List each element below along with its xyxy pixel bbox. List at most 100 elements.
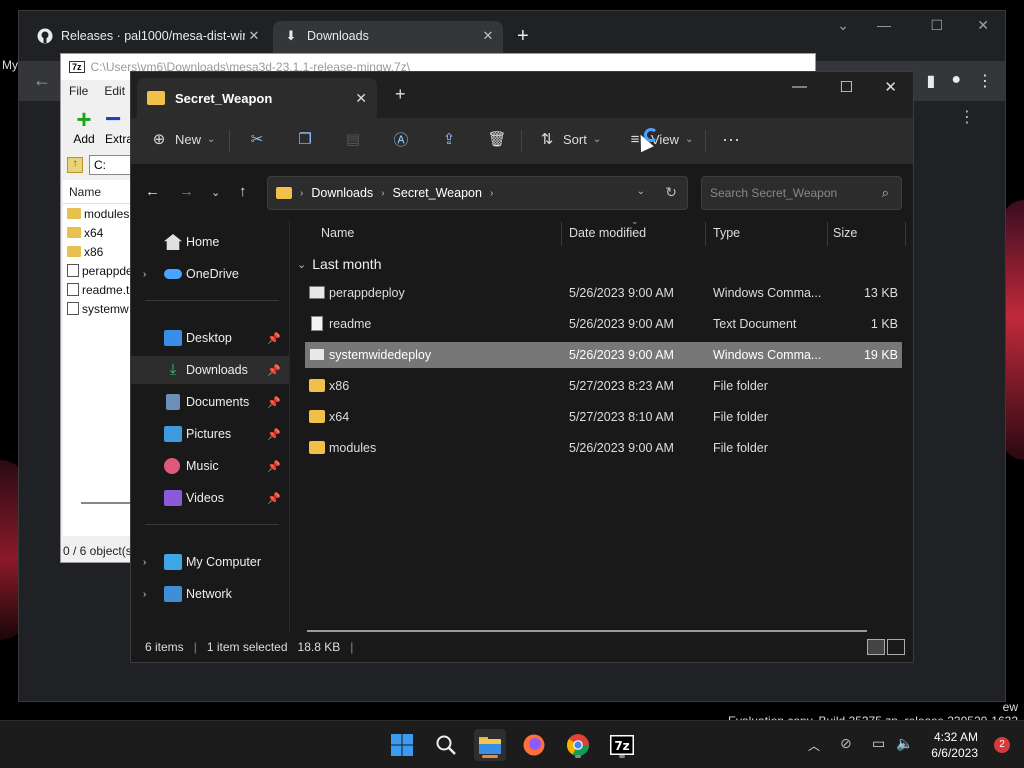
extract-button[interactable]: − Extra: [105, 105, 133, 147]
nav-item-onedrive[interactable]: › OneDrive: [131, 260, 289, 288]
list-item[interactable]: systemw: [63, 299, 133, 318]
new-tab-button[interactable]: +: [395, 84, 406, 105]
delete-button[interactable]: 🗑: [487, 129, 507, 149]
list-item[interactable]: readme.t: [63, 280, 133, 299]
copy-button[interactable]: ❐: [295, 129, 315, 149]
pane-divider[interactable]: [289, 220, 290, 634]
list-item[interactable]: x86: [63, 242, 133, 261]
pin-icon[interactable]: 📌: [267, 428, 281, 441]
chevron-down-icon[interactable]: ⌄: [637, 186, 645, 197]
column-header-type[interactable]: Type: [713, 220, 740, 246]
sort-button[interactable]: ⇅ Sort ⌄: [537, 129, 602, 149]
forward-arrow-icon[interactable]: →: [179, 183, 194, 200]
breadcrumb-secret-weapon[interactable]: Secret_Weapon: [393, 186, 482, 200]
kebab-menu-icon[interactable]: ⋮: [977, 71, 993, 91]
taskbar-chrome[interactable]: [562, 729, 594, 761]
file-row-x64[interactable]: x64 5/27/2023 8:10 AM File folder: [305, 404, 902, 430]
start-button[interactable]: [386, 729, 418, 761]
list-item[interactable]: x64: [63, 223, 133, 242]
more-options-button[interactable]: ···: [721, 129, 741, 149]
pin-icon[interactable]: 📌: [267, 364, 281, 377]
network-disconnected-icon[interactable]: ⊘: [840, 735, 852, 752]
column-header-size[interactable]: Size: [833, 220, 857, 246]
taskbar-firefox[interactable]: [518, 729, 550, 761]
pin-icon[interactable]: 📌: [267, 396, 281, 409]
nav-item-network[interactable]: › Network: [131, 580, 289, 608]
minimize-icon[interactable]: —: [792, 78, 807, 95]
folder-up-icon[interactable]: ↑: [67, 157, 83, 173]
profile-icon[interactable]: ●: [951, 71, 961, 91]
file-row-x86[interactable]: x86 5/27/2023 8:23 AM File folder: [305, 373, 902, 399]
taskbar-explorer[interactable]: [474, 729, 506, 761]
file-row-modules[interactable]: modules 5/26/2023 9:00 AM File folder: [305, 435, 902, 461]
share-button[interactable]: ⇪: [439, 129, 459, 149]
new-button[interactable]: ⊕ New ⌄: [149, 129, 216, 149]
nav-item-videos[interactable]: Videos 📌: [131, 484, 289, 512]
nav-item-desktop[interactable]: Desktop 📌: [131, 324, 289, 352]
search-button[interactable]: [430, 729, 462, 761]
pin-icon[interactable]: 📌: [267, 460, 281, 473]
volume-icon[interactable]: 🔈: [896, 735, 913, 752]
file-row-systemwidedeploy[interactable]: systemwidedeploy 5/26/2023 9:00 AM Windo…: [305, 342, 902, 368]
file-explorer-window[interactable]: Secret_Weapon ✕ + — ☐ ✕ ⊕ New ⌄ ✂ ❐ ▤ Ⓐ …: [130, 71, 914, 663]
horizontal-scrollbar[interactable]: [81, 502, 131, 504]
search-box[interactable]: Search Secret_Weapon ⌕: [701, 176, 902, 210]
paste-button[interactable]: ▤: [343, 129, 363, 149]
chevron-right-icon[interactable]: ›: [143, 557, 146, 568]
nav-item-my-computer[interactable]: › My Computer: [131, 548, 289, 576]
notification-badge[interactable]: 2: [994, 737, 1010, 753]
column-divider[interactable]: [905, 222, 906, 246]
menu-edit[interactable]: Edit: [104, 84, 125, 98]
taskbar-7zip[interactable]: 7z: [606, 729, 638, 761]
close-window-icon[interactable]: ✕: [977, 17, 989, 34]
pin-icon[interactable]: 📌: [267, 332, 281, 345]
close-icon[interactable]: ✕: [479, 28, 497, 44]
up-arrow-icon[interactable]: ↑: [239, 183, 247, 200]
refresh-icon[interactable]: ↻: [665, 184, 677, 201]
back-arrow-icon[interactable]: ←: [33, 70, 51, 91]
details-view-icon[interactable]: [867, 639, 885, 655]
chevron-right-icon[interactable]: ›: [143, 589, 146, 600]
nav-item-home[interactable]: Home: [131, 228, 289, 256]
menu-file[interactable]: File: [69, 84, 88, 98]
maximize-icon[interactable]: ☐: [840, 78, 853, 96]
list-item[interactable]: modules: [63, 204, 133, 223]
tiles-view-icon[interactable]: [887, 639, 905, 655]
explorer-tab[interactable]: Secret_Weapon ✕: [137, 78, 377, 118]
column-divider[interactable]: [705, 222, 706, 246]
address-bar[interactable]: › Downloads › Secret_Weapon › ⌄ ↻: [267, 176, 688, 210]
close-tab-icon[interactable]: ✕: [355, 90, 367, 107]
pin-icon[interactable]: 📌: [267, 492, 281, 505]
display-icon[interactable]: ▭: [872, 735, 885, 752]
rename-button[interactable]: Ⓐ: [391, 129, 411, 149]
chevron-up-icon[interactable]: ︿: [808, 737, 820, 754]
cut-button[interactable]: ✂: [247, 129, 267, 149]
chevron-right-icon[interactable]: ›: [143, 269, 146, 280]
column-header-name[interactable]: Name: [321, 220, 354, 246]
group-header[interactable]: ⌄ Last month: [297, 256, 381, 272]
close-icon[interactable]: ✕: [245, 28, 263, 44]
column-header-name[interactable]: Name: [63, 180, 133, 204]
chevron-down-icon[interactable]: ⌄: [837, 17, 849, 34]
recent-locations-icon[interactable]: ⌄: [211, 186, 220, 199]
sidebar-icon[interactable]: ▮: [927, 71, 936, 91]
nav-item-documents[interactable]: Documents 📌: [131, 388, 289, 416]
file-row-perappdeploy[interactable]: perappdeploy 5/26/2023 9:00 AM Windows C…: [305, 280, 902, 306]
breadcrumb-downloads[interactable]: Downloads: [311, 186, 373, 200]
nav-item-pictures[interactable]: Pictures 📌: [131, 420, 289, 448]
downloads-menu-icon[interactable]: ⋮: [959, 107, 975, 127]
column-divider[interactable]: [827, 222, 828, 246]
new-tab-button[interactable]: +: [517, 25, 529, 48]
column-divider[interactable]: [561, 222, 562, 246]
back-arrow-icon[interactable]: ←: [145, 183, 160, 200]
maximize-icon[interactable]: ☐: [930, 17, 943, 34]
add-button[interactable]: + Add: [69, 106, 99, 146]
minimize-icon[interactable]: —: [877, 17, 891, 33]
nav-item-downloads[interactable]: ⤓ Downloads 📌: [131, 356, 289, 384]
chrome-tab-releases[interactable]: Releases · pal1000/mesa-dist-win ✕: [37, 21, 263, 51]
list-item[interactable]: perappde: [63, 261, 133, 280]
nav-item-music[interactable]: Music 📌: [131, 452, 289, 480]
system-clock[interactable]: 4:32 AM 6/6/2023: [931, 729, 978, 761]
close-window-icon[interactable]: ✕: [884, 78, 897, 96]
file-row-readme[interactable]: readme 5/26/2023 9:00 AM Text Document 1…: [305, 311, 902, 337]
